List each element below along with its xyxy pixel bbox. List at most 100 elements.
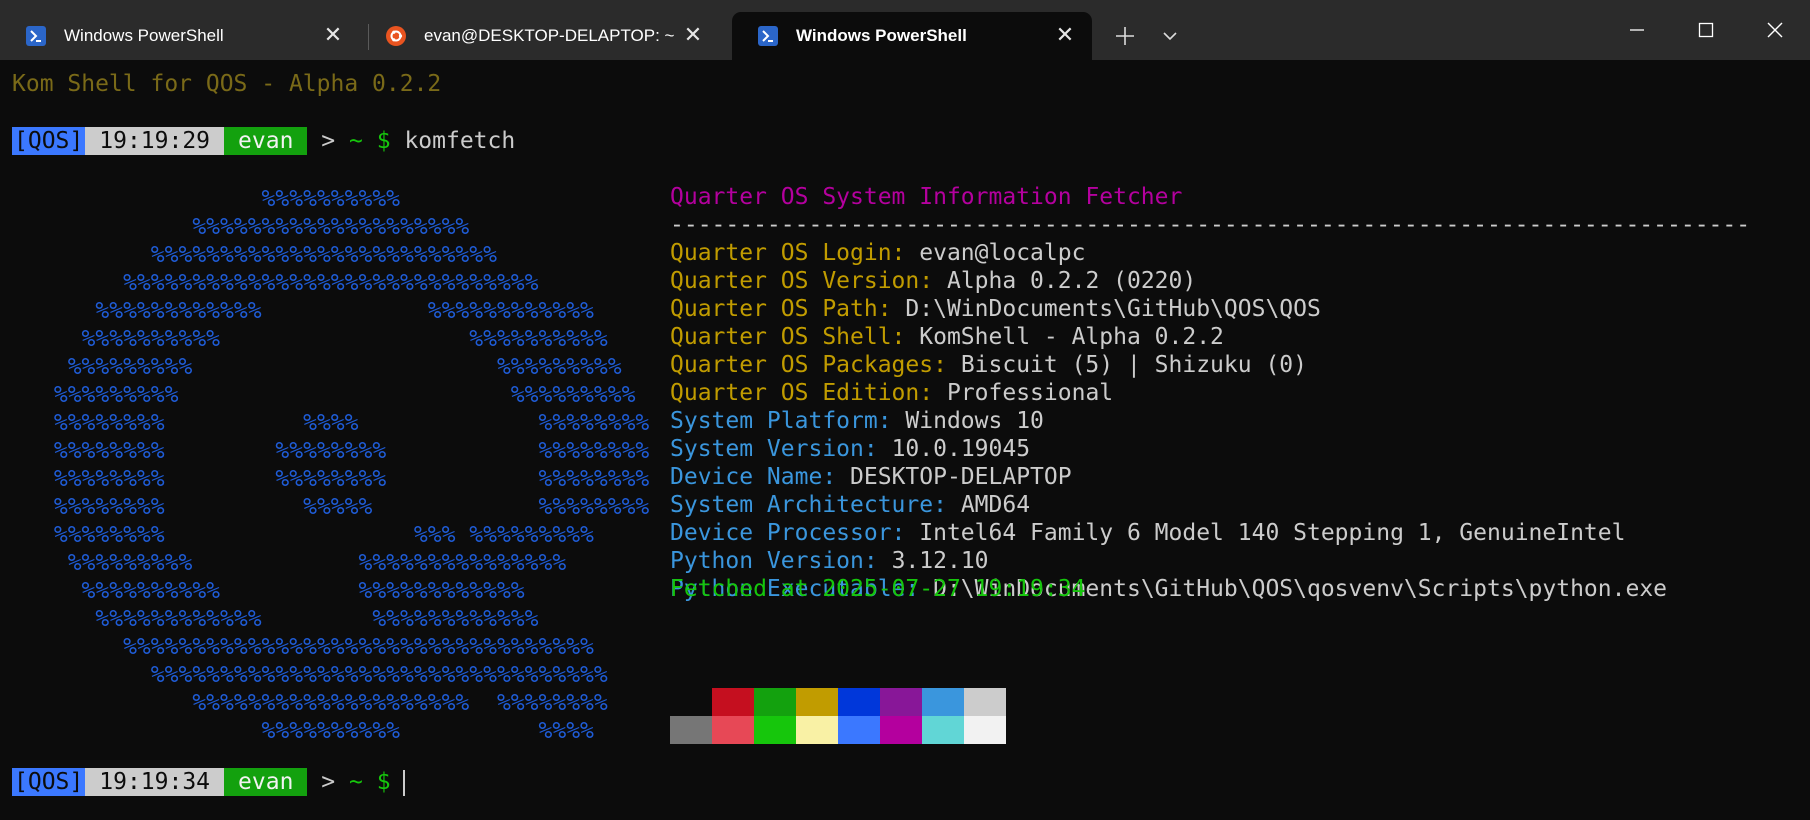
info-row: Quarter OS Edition: Professional — [670, 379, 1113, 407]
ascii-art-line: %%%%%%%% %%%% %%%%%%%% — [40, 410, 650, 436]
info-header: Quarter OS System Information Fetcher — [670, 184, 1183, 210]
prompt-arrow: > — [321, 769, 336, 795]
info-key: System Platform: — [670, 408, 892, 434]
ascii-art-line: %%%%%%%% %%%%%%%% %%%%%%%% — [40, 466, 650, 492]
info-value: D:\WinDocuments\GitHub\QOS\QOS — [905, 296, 1321, 322]
color-swatch — [964, 688, 1006, 716]
info-key: Quarter OS Login: — [670, 240, 906, 266]
plus-icon — [1116, 27, 1134, 45]
info-value: 10.0.19045 — [891, 436, 1031, 462]
prompt-time: 19:19:34 — [85, 768, 225, 796]
color-swatch — [670, 716, 712, 744]
ubuntu-icon — [386, 26, 406, 46]
new-tab-button[interactable] — [1105, 14, 1145, 58]
entered-command: komfetch — [404, 128, 516, 154]
tab-ubuntu[interactable]: evan@DESKTOP-DELAPTOP: ~ ✕ — [362, 12, 720, 60]
info-row: Quarter OS Shell: KomShell - Alpha 0.2.2 — [670, 323, 1224, 351]
ascii-art-line: %%%%%%%%%%%% %%%%%%%%%%%% — [40, 606, 539, 632]
info-value: Professional — [946, 380, 1114, 406]
info-value: Biscuit (5) | Shizuku (0) — [960, 352, 1307, 378]
maximize-icon — [1698, 22, 1714, 38]
color-swatch — [922, 688, 964, 716]
tab-title: Windows PowerShell — [64, 26, 224, 45]
color-swatch — [796, 688, 838, 716]
color-swatch — [754, 688, 796, 716]
info-row: Device Processor: Intel64 Family 6 Model… — [670, 519, 1625, 547]
info-row: System Version: 10.0.19045 — [670, 435, 1030, 463]
close-window-button[interactable] — [1742, 0, 1808, 60]
prompt-arrow: > — [321, 128, 336, 154]
color-swatch — [838, 688, 880, 716]
ascii-art-line: %%%%%%%%%%%%%%%%%%%%%%%%% — [40, 242, 497, 268]
prompt-path: ~ — [349, 769, 363, 795]
info-row: Quarter OS Packages: Biscuit (5) | Shizu… — [670, 351, 1307, 379]
info-row: Quarter OS Login: evan@localpc — [670, 239, 1085, 267]
info-value: 3.12.10 — [891, 548, 989, 574]
minimize-icon — [1630, 29, 1644, 31]
color-swatch — [712, 688, 754, 716]
fetched-timestamp: Fetched at 2025-07-27 19:19:34 — [670, 576, 1086, 602]
tab-title: Windows PowerShell — [796, 26, 967, 45]
tab-dropdown-button[interactable] — [1150, 14, 1190, 58]
info-value: Windows 10 — [905, 408, 1044, 434]
info-key: Device Processor: — [670, 520, 906, 546]
prompt-dollar: $ — [376, 128, 391, 154]
info-key: System Architecture: — [670, 492, 947, 518]
info-value: KomShell - Alpha 0.2.2 — [919, 324, 1224, 350]
prompt-line: [QOS] 19:19:29 evan > ~ $ komfetch — [12, 127, 515, 155]
tab-powershell-active[interactable]: Windows PowerShell ✕ — [732, 12, 1092, 60]
color-swatch — [922, 716, 964, 744]
maximize-button[interactable] — [1673, 0, 1739, 60]
ascii-art-line: %%%%%%%%%%%%%%%%%%%%%%%%%%%%%%%%%% — [40, 634, 594, 660]
info-key: Quarter OS Packages: — [670, 352, 947, 378]
color-swatch — [670, 688, 712, 716]
tab-powershell-1[interactable]: Windows PowerShell ✕ — [0, 12, 360, 60]
ascii-art-line: %%%%%%%% %%% %%%%%%%%% — [40, 522, 594, 548]
info-value: Intel64 Family 6 Model 140 Stepping 1, G… — [919, 520, 1626, 546]
info-value: evan@localpc — [919, 240, 1086, 266]
shell-banner: Kom Shell for QOS - Alpha 0.2.2 — [12, 71, 442, 97]
info-row: Quarter OS Path: D:\WinDocuments\GitHub\… — [670, 295, 1321, 323]
info-key: System Version: — [670, 436, 878, 462]
close-tab-icon[interactable]: ✕ — [322, 24, 344, 46]
ascii-art-line: %%%%%%%%%% %%%% — [40, 718, 594, 744]
ascii-art-line: %%%%%%%%%%%%%%%%%%%% %%%%%%%% — [40, 690, 608, 716]
prompt-tag: [QOS] — [12, 127, 86, 155]
ascii-art-line: %%%%%%%% %%%%% %%%%%%%% — [40, 494, 650, 520]
color-swatch — [880, 716, 922, 744]
prompt-time: 19:19:29 — [85, 127, 225, 155]
ascii-art-line: %%%%%%%%%% %%%%%%%%%% — [40, 326, 608, 352]
ascii-art-line: %%%%%%%% %%%%%%%% %%%%%%%% — [40, 438, 650, 464]
text-cursor[interactable] — [402, 769, 405, 796]
terminal-area[interactable]: Kom Shell for QOS - Alpha 0.2.2 [QOS] 19:… — [0, 60, 1810, 820]
ascii-art-line: %%%%%%%%%%%% %%%%%%%%%%%% — [40, 298, 594, 324]
info-key: Quarter OS Version: — [670, 268, 934, 294]
prompt-user: evan — [224, 127, 308, 155]
close-icon — [1767, 22, 1783, 38]
color-swatch — [754, 716, 796, 744]
ascii-art-line: %%%%%%%%% %%%%%%%%% — [40, 382, 636, 408]
prompt-user: evan — [224, 768, 308, 796]
ascii-art-line: %%%%%%%%%% — [40, 186, 401, 212]
ascii-art-line: %%%%%%%%%%%%%%%%%%%%%%%%%%%%%%%%% — [40, 662, 608, 688]
powershell-icon — [758, 26, 778, 46]
close-tab-icon[interactable]: ✕ — [1054, 24, 1076, 46]
close-tab-icon[interactable]: ✕ — [682, 24, 704, 46]
minimize-button[interactable] — [1604, 0, 1670, 60]
info-value: DESKTOP-DELAPTOP — [850, 464, 1072, 490]
info-key: Device Name: — [670, 464, 837, 490]
ascii-art-line: %%%%%%%%% %%%%%%%%% — [40, 354, 622, 380]
tab-title: evan@DESKTOP-DELAPTOP: ~ — [424, 26, 675, 45]
ascii-art-line: %%%%%%%%%% %%%%%%%%%%%% — [40, 578, 525, 604]
title-bar: Windows PowerShell ✕ evan@DESKTOP-DELAPT… — [0, 0, 1810, 60]
ascii-art-line: %%%%%%%%%%%%%%%%%%%%%%%%%%%%%% — [40, 270, 539, 296]
chevron-down-icon — [1163, 32, 1177, 41]
info-row: System Platform: Windows 10 — [670, 407, 1044, 435]
ascii-art-line: %%%%%%%%% %%%%%%%%%%%%%%% — [40, 550, 567, 576]
prompt-line-current: [QOS] 19:19:34 evan > ~ $ — [12, 768, 405, 796]
info-value: Alpha 0.2.2 (0220) — [946, 268, 1197, 294]
info-row: Python Version: 3.12.10 — [670, 547, 989, 575]
color-swatch — [964, 716, 1006, 744]
ascii-art-line: %%%%%%%%%%%%%%%%%%%% — [40, 214, 470, 240]
color-swatch — [796, 716, 838, 744]
